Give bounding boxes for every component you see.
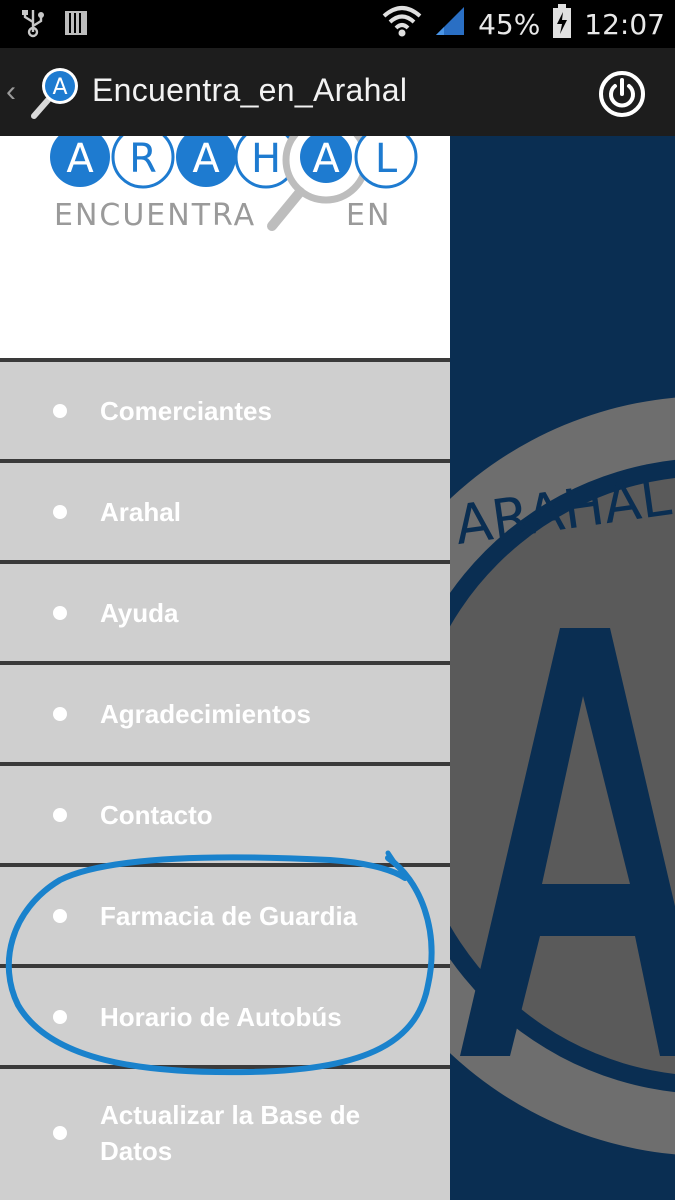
app-logo-icon[interactable]: A bbox=[28, 64, 84, 120]
menu-item-horario-de-autobus[interactable]: Horario de Autobús bbox=[0, 968, 450, 1065]
logo-letter-6: L bbox=[375, 136, 398, 182]
svg-text:A: A bbox=[52, 75, 67, 100]
menu-item-label: Arahal bbox=[100, 496, 181, 527]
menu-item-ayuda[interactable]: Ayuda bbox=[0, 564, 450, 661]
menu-item-comerciantes[interactable]: Comerciantes bbox=[0, 362, 450, 459]
logo-letter-3: A bbox=[192, 136, 220, 182]
menu-item-contacto[interactable]: Contacto bbox=[0, 766, 450, 863]
app-title: Encuentra_en_Arahal bbox=[92, 72, 408, 108]
bullet-icon bbox=[53, 808, 67, 822]
signal-icon bbox=[434, 5, 466, 44]
power-icon[interactable] bbox=[596, 68, 648, 120]
menu-item-actualizar-base-de-datos[interactable]: Actualizar la Base de Datos bbox=[0, 1069, 450, 1200]
menu-item-label: Ayuda bbox=[100, 597, 179, 628]
bullet-icon bbox=[53, 606, 67, 620]
status-bar: 45% 12:07 bbox=[0, 0, 675, 48]
menu-item-label: Comerciantes bbox=[100, 395, 272, 426]
menu-item-label: Agradecimientos bbox=[100, 698, 311, 729]
logo-subtitle-left: ENCUENTRA bbox=[54, 198, 256, 233]
storage-icon bbox=[64, 10, 88, 41]
bullet-icon bbox=[53, 1126, 67, 1140]
bullet-icon bbox=[53, 1010, 67, 1024]
background-watermark: ARAHAL bbox=[450, 136, 675, 1200]
logo-subtitle-right: EN bbox=[346, 198, 391, 233]
logo-letter-5: A bbox=[312, 136, 340, 182]
bullet-icon bbox=[53, 404, 67, 418]
navigation-drawer: A R A H A L ENCUENTRA EN Comerciantes Ar… bbox=[0, 136, 450, 1200]
logo: A R A H A L ENCUENTRA EN bbox=[50, 136, 418, 233]
usb-icon bbox=[20, 8, 46, 43]
clock: 12:07 bbox=[584, 7, 665, 41]
menu-item-arahal[interactable]: Arahal bbox=[0, 463, 450, 560]
menu-item-agradecimientos[interactable]: Agradecimientos bbox=[0, 665, 450, 762]
bullet-icon bbox=[53, 909, 67, 923]
bullet-icon bbox=[53, 707, 67, 721]
drawer-toggle-chevron-icon[interactable]: ‹ bbox=[6, 72, 24, 112]
menu-item-label: Contacto bbox=[100, 799, 213, 830]
menu-item-label: Horario de Autobús bbox=[100, 1001, 342, 1032]
battery-icon bbox=[552, 3, 572, 45]
logo-letter-1: A bbox=[66, 136, 94, 182]
menu-item-farmacia-de-guardia[interactable]: Farmacia de Guardia bbox=[0, 867, 450, 964]
bullet-icon bbox=[53, 505, 67, 519]
logo-letter-2: R bbox=[129, 136, 157, 182]
menu-item-label: Farmacia de Guardia bbox=[100, 900, 358, 931]
logo-letter-4: H bbox=[251, 136, 281, 182]
wifi-icon bbox=[382, 5, 422, 44]
menu-item-label: Actualizar la Base de Datos bbox=[100, 1100, 361, 1166]
drawer-header: A R A H A L ENCUENTRA EN bbox=[0, 136, 450, 358]
action-bar: ‹ A Encuentra_en_Arahal bbox=[0, 48, 675, 138]
magnifier-handle-icon bbox=[267, 187, 305, 231]
battery-percent: 45% bbox=[478, 7, 541, 41]
